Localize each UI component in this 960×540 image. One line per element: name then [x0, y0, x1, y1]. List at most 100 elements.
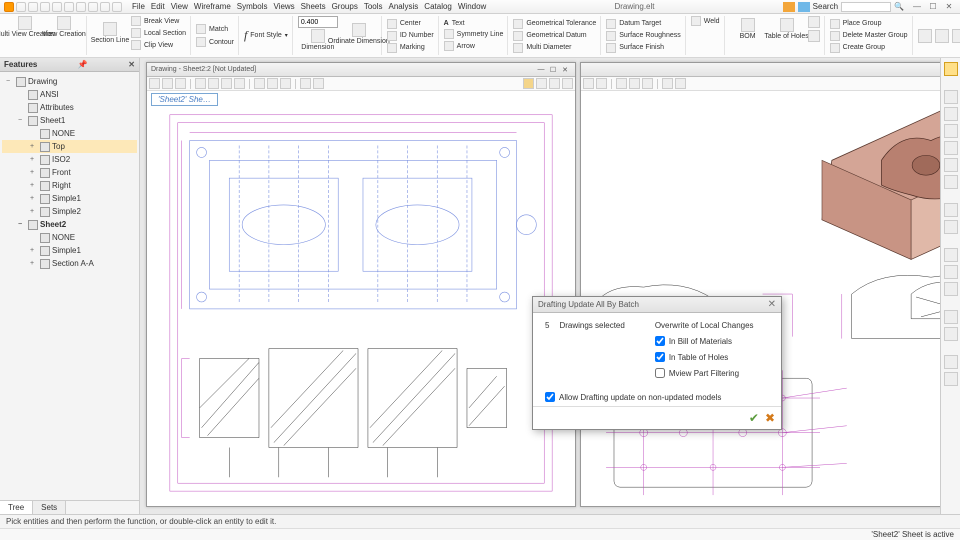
misc-tool-1[interactable] [918, 29, 932, 43]
create-group-button[interactable]: Create Group [830, 43, 908, 53]
chk-allow-update[interactable]: Allow Drafting update on non-updated mod… [545, 392, 769, 402]
tb-icon[interactable] [675, 78, 686, 89]
tb-icon[interactable] [300, 78, 311, 89]
tb-icon[interactable] [149, 78, 160, 89]
close-button[interactable]: ✕ [942, 2, 956, 12]
tb-icon[interactable] [642, 78, 653, 89]
rect-tool-icon[interactable] [944, 107, 958, 121]
chk-mview-filtering[interactable]: Mview Part Filtering [655, 368, 754, 378]
tree-node[interactable]: +Front [2, 166, 137, 179]
qa-btn-3[interactable] [40, 2, 50, 12]
font-style-button[interactable]: fFont Style▾ [244, 28, 288, 43]
geo-tolerance-button[interactable]: Geometrical Tolerance [513, 19, 596, 29]
text-button[interactable]: AText [444, 20, 504, 27]
tree-node[interactable]: NONE [2, 231, 137, 244]
tree-node[interactable]: +Simple1 [2, 244, 137, 257]
tb-icon[interactable] [162, 78, 173, 89]
tree-node[interactable]: +Simple2 [2, 205, 137, 218]
search-input[interactable] [841, 2, 891, 12]
tab-sets[interactable]: Sets [33, 501, 66, 514]
dialog-close-icon[interactable]: ✕ [768, 299, 776, 310]
sheet-tab[interactable]: 'Sheet2' She… [151, 93, 218, 106]
dw-min-icon[interactable]: — [535, 66, 547, 73]
arc-tool-icon[interactable] [944, 158, 958, 172]
id-number-button[interactable]: ID Number [387, 31, 434, 41]
chk-bom[interactable]: In Bill of Materials [655, 336, 754, 346]
menu-file[interactable]: File [132, 2, 145, 11]
dw-close-icon[interactable]: ✕ [559, 66, 571, 74]
tree-node[interactable]: +ISO2 [2, 153, 137, 166]
text-tool-icon[interactable] [944, 220, 958, 234]
qa-btn-9[interactable] [112, 2, 122, 12]
clip-view-button[interactable]: Clip View [131, 40, 186, 50]
qa-btn-7[interactable] [88, 2, 98, 12]
match-button[interactable]: Match [196, 24, 234, 34]
dialog-ok-button[interactable]: ✔ [749, 411, 759, 425]
section-line-button[interactable]: Section Line [92, 22, 128, 44]
chk-table-holes[interactable]: In Table of Holes [655, 352, 754, 362]
dialog-cancel-button[interactable]: ✖ [765, 411, 775, 425]
multi-view-creation-button[interactable]: Multi View Creation [7, 16, 43, 38]
misc-tool-2[interactable] [935, 29, 949, 43]
tab-tree[interactable]: Tree [0, 501, 33, 514]
drawing-canvas[interactable]: Drawing - Sheet2:2 [Not Updated] —☐✕ 'Sh… [140, 58, 960, 514]
table-tool-2[interactable] [808, 30, 820, 42]
tree-node[interactable]: NONE [2, 127, 137, 140]
app-icon[interactable] [4, 2, 14, 12]
local-section-button[interactable]: Local Section [131, 28, 186, 38]
menu-symbols[interactable]: Symbols [237, 2, 268, 11]
tree-node[interactable]: +Top [2, 140, 137, 153]
snap-tool-icon[interactable] [944, 248, 958, 262]
qa-btn-8[interactable] [100, 2, 110, 12]
qa-btn-4[interactable] [52, 2, 62, 12]
trim-tool-icon[interactable] [944, 327, 958, 341]
badge-1[interactable] [783, 2, 795, 12]
surface-finish-button[interactable]: Surface Finish [606, 43, 680, 53]
badge-2[interactable] [798, 2, 810, 12]
contour-button[interactable]: Contour [196, 37, 234, 47]
poly-tool-icon[interactable] [944, 141, 958, 155]
tree-node[interactable]: ANSI [2, 88, 137, 101]
misc-tool-3[interactable] [952, 29, 960, 43]
geo-datum-button[interactable]: Geometrical Datum [513, 31, 596, 41]
layer-tool-icon[interactable] [944, 282, 958, 296]
tb-icon[interactable] [280, 78, 291, 89]
break-view-button[interactable]: Break View [131, 16, 186, 26]
menu-analysis[interactable]: Analysis [389, 2, 419, 11]
dim-tool-icon[interactable] [944, 203, 958, 217]
settings-tool-icon[interactable] [944, 355, 958, 369]
tb-icon[interactable] [549, 78, 560, 89]
feature-tree[interactable]: −DrawingANSIAttributes−Sheet1NONE+Top+IS… [0, 72, 139, 500]
menu-sheets[interactable]: Sheets [301, 2, 326, 11]
qa-btn-5[interactable] [64, 2, 74, 12]
delete-master-group-button[interactable]: Delete Master Group [830, 31, 908, 41]
ordinate-dimension-button[interactable]: Ordinate Dimension [341, 23, 377, 45]
minimize-button[interactable]: — [910, 2, 924, 12]
features-close-icon[interactable]: ✕ [128, 60, 135, 69]
tree-node[interactable]: −Sheet1 [2, 114, 137, 127]
tb-icon[interactable] [629, 78, 640, 89]
tb-icon[interactable] [234, 78, 245, 89]
help-tool-icon[interactable] [944, 372, 958, 386]
place-group-button[interactable]: Place Group [830, 19, 908, 29]
qa-btn-2[interactable] [28, 2, 38, 12]
tree-node[interactable]: +Simple1 [2, 192, 137, 205]
grid-tool-icon[interactable] [944, 265, 958, 279]
measure-tool-icon[interactable] [944, 310, 958, 324]
menu-edit[interactable]: Edit [151, 2, 165, 11]
qa-btn-1[interactable] [16, 2, 26, 12]
tb-icon[interactable] [562, 78, 573, 89]
qa-btn-6[interactable] [76, 2, 86, 12]
search-icon[interactable]: 🔍 [894, 2, 904, 11]
tb-icon[interactable] [662, 78, 673, 89]
tb-icon[interactable] [523, 78, 534, 89]
dimension-value-input[interactable] [298, 16, 338, 28]
center-button[interactable]: Center [387, 19, 434, 29]
tb-icon[interactable] [596, 78, 607, 89]
tb-icon[interactable] [254, 78, 265, 89]
tb-icon[interactable] [195, 78, 206, 89]
tb-icon[interactable] [267, 78, 278, 89]
tree-node[interactable]: −Drawing [2, 75, 137, 88]
maximize-button[interactable]: ☐ [926, 2, 940, 12]
tb-icon[interactable] [175, 78, 186, 89]
